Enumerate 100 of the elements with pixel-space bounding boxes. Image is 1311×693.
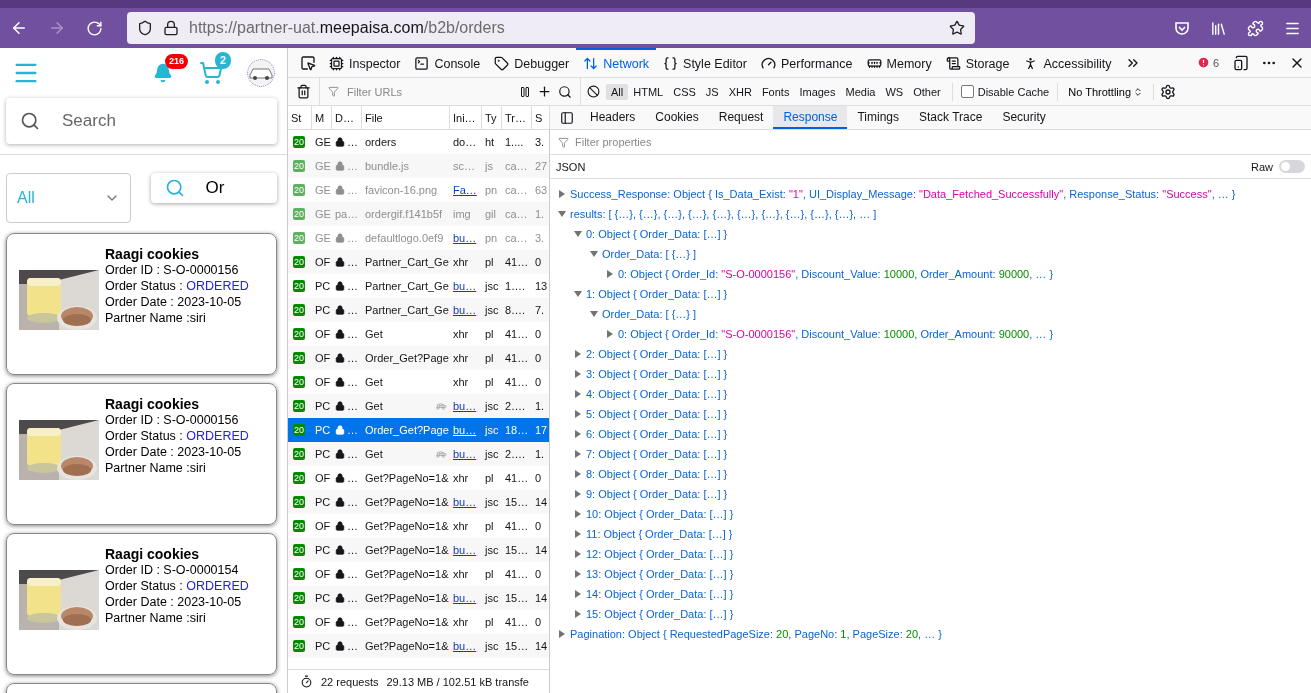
settings-icon[interactable] [1160, 83, 1177, 100]
json-node-label: 12: Object { Order_Data: […] } [586, 548, 734, 560]
expander-icon[interactable] [574, 430, 582, 438]
detail-tab[interactable]: Response [773, 106, 848, 129]
order-card[interactable]: Raagi cookies Order ID : S-O-0000156 Order Status : ORDERED Order Date : 2023-10-05 Partner Name :siri [6, 233, 277, 375]
type-filter[interactable]: Images [794, 83, 841, 100]
avatar-icon[interactable] [247, 59, 275, 87]
extensions-icon[interactable] [1247, 19, 1264, 37]
expander-icon[interactable] [606, 330, 614, 338]
column-header[interactable]: D… [332, 106, 362, 129]
expander-icon[interactable] [574, 510, 582, 518]
column-header[interactable]: Ini… [450, 106, 482, 129]
request-row[interactable]: 20 PC … Get?PageNo=1& bu… jsc 15… 14 [288, 634, 549, 658]
expander-icon[interactable] [574, 590, 582, 598]
section-title: JSON [556, 160, 586, 173]
request-row[interactable]: 20 PC … Get?PageNo=1& bu… jsc 15… 14 [288, 538, 549, 562]
request-row[interactable]: 20 PC … Get?PageNo=1& bu… jsc 15… 14 [288, 586, 549, 610]
library-icon[interactable] [1210, 19, 1227, 37]
request-row[interactable]: 20 PC … Get bu… jsc 2…. 1. [288, 442, 549, 466]
request-row[interactable]: 20 PC … Get?PageNo=1& bu… jsc 15… 14 [288, 490, 549, 514]
detail-tab[interactable]: Request [708, 106, 774, 129]
column-header[interactable]: M [312, 106, 332, 129]
filter-properties-field[interactable]: Filter properties [573, 135, 1303, 149]
devtools-tab[interactable]: Inspector [322, 48, 408, 77]
file-cell-text: Get?PageNo=1& [364, 616, 450, 628]
type-filter[interactable]: JS [700, 83, 724, 100]
expander-icon[interactable] [574, 350, 582, 358]
type-filter[interactable]: All [606, 83, 629, 100]
column-header[interactable]: St [288, 106, 312, 129]
devtools-tab[interactable]: Console [407, 48, 488, 77]
expander-icon[interactable] [558, 190, 566, 198]
expander-icon[interactable] [574, 230, 582, 238]
request-row[interactable]: 20 PC … Get bu… jsc 2…. 1. [288, 394, 549, 418]
expander-icon[interactable] [574, 410, 582, 418]
devtools-tab[interactable]: Style Editor [656, 48, 754, 77]
devtools-tab[interactable]: Storage [938, 48, 1017, 77]
request-row[interactable]: 20 OF … Order_Get?Page xhr pl 41… 0 [288, 346, 549, 370]
pause-icon[interactable] [519, 85, 531, 98]
devtools-tab[interactable]: Accessibility [1016, 48, 1119, 77]
back-button[interactable] [10, 19, 28, 37]
type-filter[interactable]: Media [840, 83, 881, 100]
pocket-icon[interactable] [1174, 20, 1190, 36]
column-header[interactable]: File [362, 106, 450, 129]
type-filter[interactable]: Fonts [756, 83, 795, 100]
expander-icon[interactable] [590, 250, 598, 258]
error-icon [1196, 56, 1210, 69]
type-filter[interactable]: HTML [628, 83, 669, 100]
plus-icon[interactable] [537, 84, 552, 99]
column-header[interactable]: Ty [482, 106, 502, 129]
sidebar-toggle-icon[interactable] [560, 110, 574, 125]
reload-button[interactable] [86, 19, 103, 37]
detail-tab[interactable]: Stack Trace [909, 106, 993, 129]
expander-icon[interactable] [606, 270, 614, 278]
responsive-mode-icon[interactable] [1233, 54, 1249, 71]
address-bar[interactable]: https://partner-uat.meepaisa.com/b2b/orders [127, 12, 975, 44]
initiator-cell-text: img [452, 208, 472, 220]
domain-cell: … [332, 424, 362, 436]
error-count[interactable]: 6 [1188, 48, 1227, 77]
expander-icon[interactable] [574, 290, 582, 298]
throttling-dropdown[interactable]: No Throttling [1058, 85, 1154, 98]
type-filter[interactable]: CSS [668, 83, 701, 100]
raw-toggle[interactable]: Raw [1251, 160, 1305, 173]
expander-icon[interactable] [574, 390, 582, 398]
column-header[interactable]: Tr… [502, 106, 532, 129]
request-row[interactable]: 20 PC … Order_Get?Page bu… jsc 18… 17 [288, 418, 549, 442]
detail-tab[interactable]: Headers [580, 106, 646, 129]
detail-tab[interactable]: Security [992, 106, 1056, 129]
order-card[interactable]: Raagi cookies Order ID : S-O-0000156 Order Status : ORDERED Order Date : 2023-10-05 Partner Name :siri [6, 383, 277, 525]
expander-icon[interactable] [574, 450, 582, 458]
expander-icon[interactable] [558, 210, 566, 218]
expander-icon[interactable] [574, 370, 582, 378]
expander-icon[interactable] [574, 530, 582, 538]
devtools-tab[interactable]: Debugger [487, 48, 577, 77]
disable-cache-checkbox[interactable]: Disable Cache [951, 82, 1059, 101]
bell-icon[interactable] [153, 63, 173, 83]
type-filter[interactable]: WS [880, 83, 909, 100]
expander-icon[interactable] [574, 610, 582, 618]
bookmark-star-icon[interactable] [949, 20, 965, 36]
search-button[interactable]: Or [151, 173, 277, 203]
expander-icon[interactable] [574, 550, 582, 558]
type-filter[interactable]: Other [908, 83, 946, 100]
order-card[interactable]: Raagi cookies Order ID : S-O-0000154 Order Status : ORDERED Order Date : 2023-10-05 Partner Name :siri [6, 533, 277, 675]
block-icon[interactable] [587, 85, 600, 98]
devtools-tab[interactable]: Memory [859, 48, 939, 77]
json-node-label: Success_Response: Object { Is_Data_Exist: "1", UI_Display_Message: "Data_Fetched_Successfully", Response_Status: "Success", … } [570, 188, 1236, 200]
filter-urls-field[interactable]: Filter URLs [345, 84, 513, 99]
expander-icon[interactable] [574, 570, 582, 578]
trash-icon[interactable] [296, 84, 311, 99]
expander-icon[interactable] [558, 630, 566, 638]
expander-icon[interactable] [574, 490, 582, 498]
element-picker-icon[interactable] [300, 54, 316, 71]
type-filter[interactable]: XHR [723, 83, 757, 100]
devtools-tab[interactable]: Performance [753, 48, 860, 77]
expander-icon[interactable] [574, 470, 582, 478]
request-row[interactable]: 20 PC … Partner_Cart_Ge bu… jsc 8…. 7. [288, 298, 549, 322]
request-row[interactable]: 20 OF … Partner_Cart_Ge xhr pl 41… 0 [288, 250, 549, 274]
detail-tab[interactable]: Cookies [645, 106, 709, 129]
detail-tab[interactable]: Timings [847, 106, 910, 129]
search-icon[interactable] [558, 84, 572, 99]
expander-icon[interactable] [590, 310, 598, 318]
